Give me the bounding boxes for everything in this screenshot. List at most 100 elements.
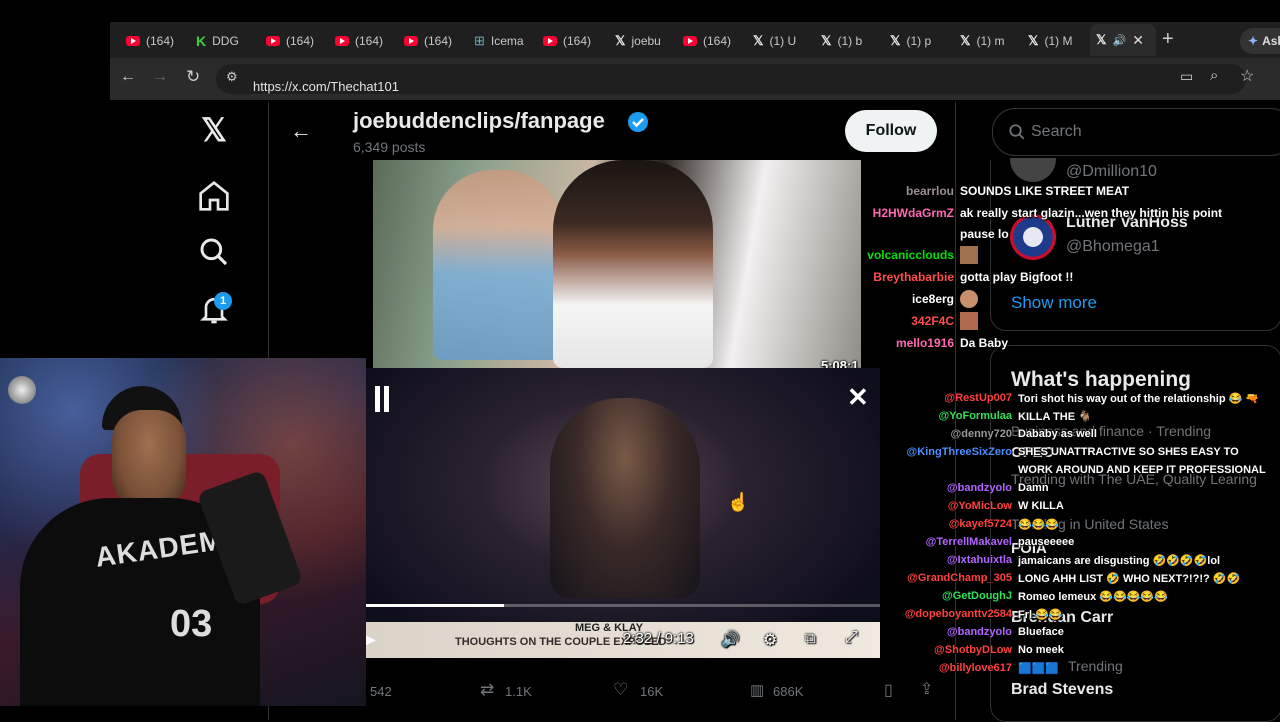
play-icon[interactable]: ▶	[365, 631, 376, 648]
youtube-icon	[335, 36, 349, 46]
url-text[interactable]: https://x.com/Thechat101	[253, 79, 399, 94]
chat-message: pauseeeee	[1018, 536, 1075, 548]
chat-message: 😂😂😂	[1018, 519, 1060, 531]
chat-username: @Ixtahuixtla	[946, 554, 1012, 566]
globe-icon: ⊞	[474, 33, 485, 48]
youtube-icon	[543, 36, 557, 46]
chat-username: bearrlou	[905, 184, 954, 198]
chat-username: @ShotbyDLow	[934, 644, 1012, 656]
browser-tab[interactable]: (164)	[683, 28, 743, 54]
browser-tab[interactable]: (164)	[126, 28, 186, 54]
follow-suggestion-handle[interactable]: @Dmillion10	[1066, 163, 1157, 181]
browser-tab[interactable]: 𝕏 (1) U	[753, 28, 803, 54]
zoom-icon[interactable]: ⌕	[1210, 67, 1218, 84]
chat-message: Dababy as well	[1018, 428, 1097, 440]
chat-username: @GetDoughJ	[941, 590, 1012, 602]
progress-fill	[365, 604, 505, 607]
repost-count[interactable]: 1.1K	[505, 684, 532, 699]
browser-tab[interactable]: (164)	[266, 28, 326, 54]
youtube-icon	[404, 36, 418, 46]
x-icon: 𝕏	[821, 33, 832, 48]
verified-badge-icon	[628, 112, 648, 132]
chat-username: @denny720	[950, 428, 1012, 440]
like-heart-icon[interactable]: ♡	[613, 680, 628, 700]
avatar[interactable]	[1010, 214, 1056, 260]
video-player[interactable]: ✕ ☝ MEG & KLAY THOUGHTS ON THE COUPLE EX…	[365, 368, 880, 658]
reply-count[interactable]: 542	[370, 684, 392, 699]
chat-username: volcanicclouds	[867, 248, 954, 262]
chat-username: @GrandChamp_305	[907, 572, 1012, 584]
new-tab-button[interactable]: +	[1162, 28, 1174, 51]
back-arrow-icon[interactable]: ←	[290, 118, 312, 144]
chat-username: @YoMicLow	[947, 500, 1012, 512]
search-placeholder: Search	[1031, 123, 1082, 140]
youtube-icon	[126, 36, 140, 46]
ask-button[interactable]: ✦Ask	[1240, 28, 1280, 54]
youtube-icon	[266, 36, 280, 46]
back-arrow-icon[interactable]: ←	[120, 68, 136, 86]
views-chart-icon: ▥	[750, 682, 765, 699]
chat-message: KILLA THE 🐐	[1018, 411, 1092, 423]
forward-arrow-icon[interactable]: →	[152, 68, 168, 86]
search-box[interactable]: Search	[992, 108, 1280, 156]
pause-icon[interactable]	[375, 386, 389, 412]
chat-username: @dopeboyanttv2584	[904, 608, 1012, 620]
share-icon[interactable]: ⇪	[920, 679, 933, 699]
chat-emote	[960, 290, 978, 308]
browser-tab[interactable]: (164)	[404, 28, 464, 54]
bookmark-icon[interactable]: ▯	[884, 680, 893, 700]
search-icon	[1009, 124, 1025, 140]
settings-gear-icon[interactable]: ⚙	[763, 630, 777, 650]
follow-button[interactable]: Follow	[845, 110, 937, 152]
cast-icon[interactable]: ▭	[1180, 68, 1193, 85]
browser-tab[interactable]: (164)	[543, 28, 603, 54]
repost-icon[interactable]: ⇄	[480, 680, 494, 700]
chat-username: @TerrellMakavel	[925, 536, 1012, 548]
search-icon[interactable]	[198, 236, 230, 268]
chat-username: @billylove617	[938, 662, 1012, 674]
close-tab-icon[interactable]: ✕	[1132, 32, 1144, 49]
browser-tab[interactable]: (164)	[335, 28, 395, 54]
chat-message: Romeo lemeux 😂😂😂😂😂	[1018, 591, 1168, 603]
chat-username: @RestUp007	[944, 392, 1012, 404]
tab-strip: (164) K DDG (164) (164) (164) ⊞ Icema (164…	[110, 22, 1280, 58]
speaker-figure	[550, 398, 700, 598]
left-nav: 𝕏 1	[180, 102, 260, 362]
browser-tab[interactable]: 𝕏 (1) m	[960, 28, 1010, 54]
x-logo-icon[interactable]: 𝕏	[198, 114, 230, 146]
trend-name[interactable]: Brad Stevens	[1011, 681, 1113, 699]
chat-username: H2HWdaGrmZ	[872, 206, 954, 220]
disco-ball	[8, 376, 36, 404]
chat-message: gotta play Bigfoot !!	[960, 270, 1074, 284]
sparkle-icon: ✦	[1248, 34, 1259, 48]
video-time: 2:32 / 9:13	[623, 630, 694, 647]
whats-happening-title: What's happening	[1011, 368, 1191, 391]
volume-icon[interactable]: 🔊	[721, 630, 740, 648]
show-more-link[interactable]: Show more	[1011, 293, 1097, 313]
browser-tab[interactable]: 𝕏 (1) p	[890, 28, 940, 54]
reload-icon[interactable]: ↻	[186, 67, 200, 87]
follow-suggestion-handle[interactable]: @Bhomega1	[1066, 238, 1160, 256]
browser-tab[interactable]: 𝕏 (1) M	[1028, 28, 1078, 54]
chat-message: jamaicans are disgusting 🤣🤣🤣🤣lol	[1018, 555, 1221, 567]
x-icon: 𝕏	[753, 33, 764, 48]
video-thumbnail-top[interactable]: 5:08:1	[373, 160, 861, 373]
browser-tab[interactable]: 𝕏joebu	[615, 28, 665, 54]
pip-icon[interactable]: ⧉	[805, 630, 816, 647]
chat-message: LONG AHH LIST 🤣 WHO NEXT?!?!? 🤣🤣	[1018, 573, 1241, 585]
youtube-icon	[683, 36, 697, 46]
bookmark-star-icon[interactable]: ☆	[1240, 66, 1254, 86]
chat-message: SOUNDS LIKE STREET MEAT	[960, 184, 1130, 198]
browser-tab[interactable]: 𝕏 (1) b	[821, 28, 871, 54]
home-icon[interactable]	[198, 180, 230, 212]
profile-name: joebuddenclips/fanpage	[353, 108, 605, 133]
mouse-cursor-icon: ☝	[727, 492, 750, 512]
close-video-icon[interactable]: ✕	[847, 382, 869, 413]
chat-username: @bandzyolo	[946, 482, 1012, 494]
site-info-icon[interactable]: ⚙	[226, 69, 238, 85]
browser-tab[interactable]: K DDG	[196, 28, 256, 54]
like-count[interactable]: 16K	[640, 684, 663, 699]
active-tab[interactable]: 𝕏 🔊 ✕	[1090, 24, 1156, 56]
fullscreen-icon[interactable]: ⤢	[845, 629, 858, 647]
browser-tab[interactable]: ⊞ Icema	[474, 28, 530, 54]
